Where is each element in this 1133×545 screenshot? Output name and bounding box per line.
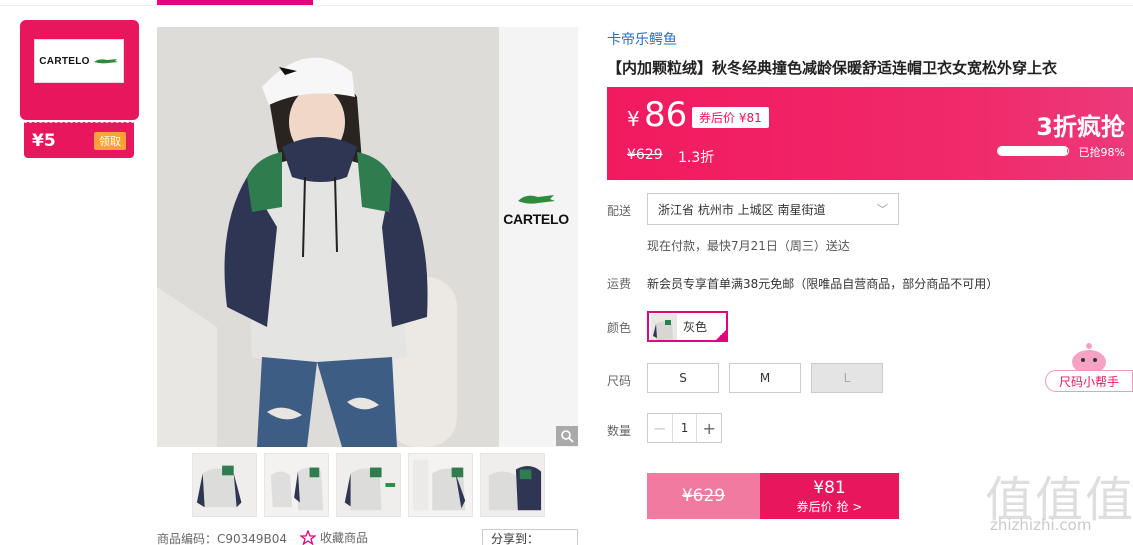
crocodile-icon <box>93 59 118 64</box>
thumbnail-strip <box>192 453 545 519</box>
watermark-site: zhizhizhi.com <box>990 516 1092 534</box>
thumbnail-image <box>409 454 472 516</box>
current-price: 86 <box>644 95 688 135</box>
color-option-label: 灰色 <box>683 320 708 334</box>
address-select[interactable]: 浙江省 杭州市 上城区 南星街道 ﹀ <box>647 193 899 225</box>
size-helper-label: 尺码小帮手 <box>1045 370 1133 392</box>
active-tab-indicator <box>157 0 313 5</box>
zoom-button[interactable] <box>556 426 578 446</box>
color-swatch-image <box>651 313 677 340</box>
product-title: 【内加颗粒绒】秋冬经典撞色减龄保暖舒适连帽卫衣女宽松外穿上衣 <box>607 59 1058 77</box>
color-label: 颜色 <box>607 321 632 335</box>
thumbnail-image <box>193 454 256 516</box>
thumbnail-image <box>337 454 400 516</box>
model-photo <box>157 27 499 447</box>
size-option-l: L <box>811 363 883 393</box>
price-currency: ¥ <box>627 107 640 131</box>
thumbnail[interactable] <box>480 453 545 517</box>
thumbnail-image <box>265 454 328 516</box>
price-panel: ¥ 86 券后价 ¥81 ¥629 1.3折 3折疯抢 已抢98% <box>607 87 1133 180</box>
brand-logo: CARTELO <box>34 39 124 83</box>
brand-link[interactable]: 卡帝乐鳄鱼 <box>607 29 677 49</box>
chevron-down-icon: ﹀ <box>877 203 888 216</box>
delivery-label: 配送 <box>607 204 632 218</box>
brand-coupon-strip: ¥5 领取 <box>24 122 134 158</box>
sold-progress-fill <box>998 147 1067 155</box>
main-product-image[interactable] <box>157 27 499 447</box>
quantity-increase-button[interactable]: + <box>696 414 721 442</box>
sold-progress-bar <box>997 146 1069 156</box>
buy-coupon-section[interactable]: ¥81 券后价 抢 > <box>760 473 899 519</box>
thumbnail-image <box>481 454 544 516</box>
share-dropdown[interactable]: 分享到： <box>482 529 578 545</box>
thumbnail[interactable] <box>192 453 257 517</box>
side-brand-text: CARTELO <box>503 211 569 227</box>
thumbnail[interactable] <box>336 453 401 517</box>
quantity-stepper: − 1 + <box>647 413 722 443</box>
thumbnail[interactable] <box>264 453 329 517</box>
after-coupon-tag: 券后价 ¥81 <box>692 107 769 128</box>
sold-percent-text: 已抢98% <box>1078 146 1125 159</box>
buy-button[interactable]: ¥629 ¥81 券后价 抢 > <box>647 473 899 519</box>
quantity-value[interactable]: 1 <box>673 414 697 442</box>
crocodile-icon <box>518 195 555 204</box>
quantity-decrease-button[interactable]: − <box>648 414 673 442</box>
delivery-estimate: 现在付款，最快7月21日（周三）送达 <box>647 239 850 253</box>
quantity-label: 数量 <box>607 424 632 438</box>
size-label: 尺码 <box>607 374 632 388</box>
buy-coupon-price: ¥81 <box>813 477 846 498</box>
shipping-policy: 新会员专享首单满38元免邮（限唯品自营商品，部分商品不可用） <box>647 277 999 291</box>
size-option-m[interactable]: M <box>729 363 801 393</box>
side-image-strip <box>499 27 578 447</box>
product-code: 商品编码：C90349B04 <box>157 532 288 545</box>
magnifier-icon <box>561 430 574 443</box>
address-value: 浙江省 杭州市 上城区 南星街道 <box>658 202 826 217</box>
coupon-value: ¥5 <box>32 130 56 151</box>
mascot-icon <box>1072 343 1106 374</box>
share-label: 分享到： <box>491 532 540 545</box>
discount-rate: 1.3折 <box>678 150 715 166</box>
original-price: ¥629 <box>627 147 663 163</box>
side-brand-logo: CARTELO <box>503 190 569 227</box>
favorite-button[interactable]: 收藏商品 <box>300 529 368 545</box>
flash-sale-label: 3折疯抢 <box>1036 113 1125 141</box>
claim-coupon-button[interactable]: 领取 <box>94 131 126 150</box>
thumbnail[interactable] <box>408 453 473 517</box>
favorite-label: 收藏商品 <box>320 531 369 545</box>
brand-logo-text: CARTELO <box>39 55 90 67</box>
size-helper-widget[interactable]: 尺码小帮手 <box>1045 340 1133 392</box>
brand-coupon-card[interactable]: CARTELO <box>20 20 139 120</box>
selected-check-icon <box>714 328 728 342</box>
buy-coupon-label: 券后价 抢 > <box>796 499 863 514</box>
shipping-label: 运费 <box>607 277 632 291</box>
star-icon <box>300 530 316 545</box>
color-option-selected[interactable]: 灰色 <box>647 311 728 342</box>
buy-original-price: ¥629 <box>647 473 760 519</box>
size-option-s[interactable]: S <box>647 363 719 393</box>
